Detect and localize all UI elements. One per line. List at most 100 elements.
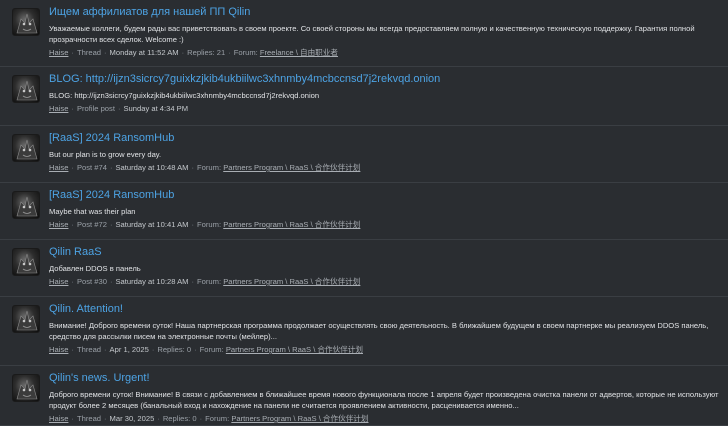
meta-separator: · [194, 345, 197, 354]
forum-link[interactable]: Partners Program \ RaaS \ 合作伙伴计划 [223, 277, 360, 286]
forum-label: Forum: [197, 277, 222, 286]
result-content: Qilin. Attention! Внимание! Доброго време… [49, 302, 720, 355]
result-type: Post #74 [76, 163, 107, 172]
result-snippet: Внимание! Доброго времени суток! Наша па… [49, 321, 709, 341]
result-replies-count: Replies: 0 [157, 345, 192, 354]
result-snippet: Maybe that was their plan [49, 207, 136, 216]
result-content: [RaaS] 2024 RansomHub Maybe that was thei… [49, 188, 720, 230]
result-content: Qilin RaaS Добавлен DDOS в панель Haise · Po… [49, 245, 720, 287]
result-type: Profile post [76, 104, 115, 113]
meta-separator: · [109, 220, 113, 229]
result-snippet: Уважаемые коллеги, будем рады вас привет… [49, 24, 695, 44]
forum-link[interactable]: Freelance \ 自由职业者 [260, 48, 338, 57]
meta-separator: · [71, 277, 74, 286]
forum-label: Forum: [197, 163, 222, 172]
meta-separator: · [71, 48, 74, 57]
meta-separator: · [109, 163, 113, 172]
forum-label: Forum: [205, 414, 230, 423]
search-result-item: [RaaS] 2024 RansomHub Maybe that was thei… [0, 183, 728, 240]
meta-separator: · [71, 163, 74, 172]
forum-label: Forum: [233, 48, 258, 57]
author-link[interactable]: Haise [49, 345, 68, 354]
meta-separator: · [71, 345, 74, 354]
result-snippet: Добавлен DDOS в панель [49, 264, 141, 273]
forum-link[interactable]: Partners Program \ RaaS \ 合作伙伴计划 [226, 345, 363, 354]
result-snippet: BLOG: http://ijzn3sicrcy7guixkzjkib4ukbi… [49, 91, 320, 100]
author-link[interactable]: Haise [49, 220, 68, 229]
search-results-list: Ищем аффилиатов для нашей ПП Qilin Уважае… [0, 0, 728, 426]
result-timestamp: Monday at 11:52 AM [109, 48, 179, 57]
result-content: Ищем аффилиатов для нашей ПП Qilin Уважае… [49, 5, 720, 58]
result-meta: Haise · Profile post · Sunday at 4:34 PM [49, 103, 720, 114]
forum-link[interactable]: Partners Program \ RaaS \ 合作伙伴计划 [223, 163, 360, 172]
meta-separator: · [151, 345, 155, 354]
search-result-item: Qilin. Attention! Внимание! Доброго време… [0, 297, 728, 366]
result-replies-count: Replies: 0 [162, 414, 197, 423]
search-result-item: BLOG: http://ijzn3sicrcy7guixkzjkib4ukbi… [0, 67, 728, 126]
meta-separator: · [104, 345, 107, 354]
result-meta: Haise · Post #30 · Saturday at 10:28 AM · Foru… [49, 276, 720, 287]
author-link[interactable]: Haise [49, 277, 68, 286]
result-title-link[interactable]: [RaaS] 2024 RansomHub [49, 188, 720, 202]
forum-label: Forum: [199, 345, 224, 354]
author-link[interactable]: Haise [49, 163, 68, 172]
search-result-item: [RaaS] 2024 RansomHub But our plan is to … [0, 126, 728, 183]
meta-separator: · [71, 414, 74, 423]
meta-separator: · [157, 414, 160, 423]
user-avatar-icon[interactable] [12, 191, 40, 219]
result-type: Post #72 [76, 220, 107, 229]
user-avatar-icon[interactable] [12, 374, 40, 402]
meta-separator: · [228, 48, 231, 57]
meta-separator: · [109, 277, 113, 286]
user-avatar-icon[interactable] [12, 305, 40, 333]
result-title-link[interactable]: [RaaS] 2024 RansomHub [49, 131, 720, 145]
meta-separator: · [191, 220, 195, 229]
result-replies-count: Replies: 21 [187, 48, 226, 57]
meta-separator: · [117, 104, 121, 113]
result-snippet: Доброго времени суток! Внимание! В связи… [49, 390, 719, 410]
user-avatar-icon[interactable] [12, 134, 40, 162]
result-meta: Haise · Post #74 · Saturday at 10:48 AM · Foru… [49, 162, 720, 173]
result-timestamp: Saturday at 10:28 AM [115, 277, 189, 286]
search-result-item: Ищем аффилиатов для нашей ПП Qilin Уважае… [0, 0, 728, 67]
meta-separator: · [191, 277, 195, 286]
result-meta: Haise · Post #72 · Saturday at 10:41 AM · Foru… [49, 219, 720, 230]
meta-separator: · [71, 220, 74, 229]
meta-separator: · [71, 104, 74, 113]
author-link[interactable]: Haise [49, 104, 68, 113]
search-result-item: Qilin's news. Urgent! Доброго времени сут… [0, 366, 728, 426]
result-meta: Haise · Thread · Mar 30, 2025 · Replies: 0 · For… [49, 413, 720, 424]
user-avatar-icon[interactable] [12, 75, 40, 103]
meta-separator: · [199, 414, 203, 423]
result-timestamp: Mar 30, 2025 [109, 414, 155, 423]
result-title-link[interactable]: Qilin. Attention! [49, 302, 720, 316]
forum-link[interactable]: Partners Program \ RaaS \ 合作伙伴计划 [223, 220, 360, 229]
result-content: Qilin's news. Urgent! Доброго времени сут… [49, 371, 720, 424]
result-snippet: But our plan is to grow every day. [49, 150, 162, 159]
result-timestamp: Saturday at 10:41 AM [115, 220, 189, 229]
search-result-item: Qilin RaaS Добавлен DDOS в панель Haise · Po… [0, 240, 728, 297]
meta-separator: · [191, 163, 195, 172]
user-avatar-icon[interactable] [12, 248, 40, 276]
meta-separator: · [104, 414, 107, 423]
result-title-link[interactable]: BLOG: http://ijzn3sicrcy7guixkzjkib4ukbi… [49, 72, 720, 86]
meta-separator: · [181, 48, 185, 57]
result-title-link[interactable]: Qilin RaaS [49, 245, 720, 259]
author-link[interactable]: Haise [49, 48, 68, 57]
meta-separator: · [104, 48, 107, 57]
forum-label: Forum: [197, 220, 222, 229]
result-content: BLOG: http://ijzn3sicrcy7guixkzjkib4ukbi… [49, 72, 720, 114]
user-avatar-icon[interactable] [12, 8, 40, 36]
result-meta: Haise · Thread · Apr 1, 2025 · Replies: 0 · Foru… [49, 344, 720, 355]
result-content: [RaaS] 2024 RansomHub But our plan is to … [49, 131, 720, 173]
author-link[interactable]: Haise [49, 414, 68, 423]
result-type: Thread [76, 345, 102, 354]
result-title-link[interactable]: Ищем аффилиатов для нашей ПП Qilin [49, 5, 720, 19]
result-timestamp: Apr 1, 2025 [109, 345, 149, 354]
result-title-link[interactable]: Qilin's news. Urgent! [49, 371, 720, 385]
result-type: Thread [76, 48, 102, 57]
forum-link[interactable]: Partners Program \ RaaS \ 合作伙伴计划 [231, 414, 368, 423]
result-type: Post #30 [76, 277, 107, 286]
result-timestamp: Saturday at 10:48 AM [115, 163, 189, 172]
result-type: Thread [76, 414, 102, 423]
